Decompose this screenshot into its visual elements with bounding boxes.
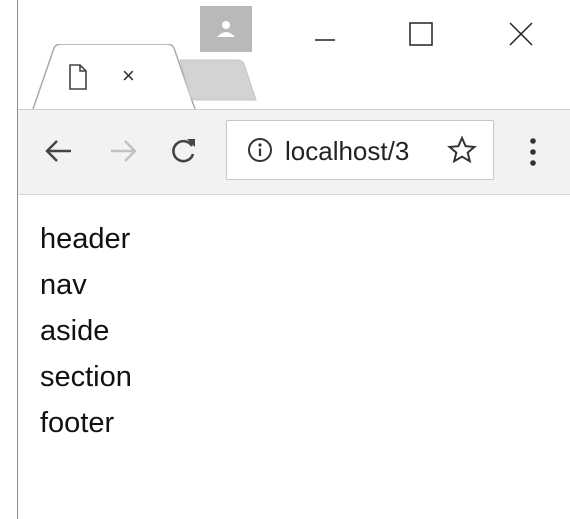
star-icon[interactable]	[447, 135, 477, 165]
info-icon[interactable]	[247, 137, 273, 163]
browser-chrome: × localhost/3	[18, 0, 570, 196]
person-icon	[217, 21, 235, 37]
address-bar[interactable]: localhost/3	[226, 120, 494, 180]
url-text[interactable]: localhost/3	[285, 136, 435, 166]
text-footer: footer	[40, 407, 115, 439]
kebab-menu-icon	[530, 138, 536, 166]
text-header: header	[40, 223, 131, 255]
maximize-icon	[409, 22, 433, 46]
back-button[interactable]	[40, 132, 78, 170]
menu-button[interactable]	[518, 132, 548, 172]
tab-close-button[interactable]: ×	[122, 63, 135, 89]
minimize-button[interactable]	[300, 14, 350, 54]
reload-icon	[172, 139, 195, 163]
maximize-button[interactable]	[396, 14, 446, 54]
text-nav: nav	[40, 269, 87, 301]
arrow-right-icon	[111, 140, 137, 162]
close-icon	[509, 22, 533, 46]
active-tab[interactable]	[32, 44, 196, 112]
text-section: section	[40, 361, 132, 393]
page-content: header nav aside section footer	[40, 216, 540, 446]
arrow-left-icon	[45, 140, 71, 162]
profile-avatar[interactable]	[200, 6, 252, 52]
close-window-button[interactable]	[496, 14, 546, 54]
browser-toolbar: localhost/3	[18, 109, 570, 195]
forward-button[interactable]	[104, 132, 142, 170]
window-edge	[0, 0, 18, 519]
new-tab-button[interactable]	[174, 58, 258, 102]
text-aside: aside	[40, 315, 110, 347]
document-icon	[69, 64, 87, 90]
reload-button[interactable]	[164, 132, 202, 170]
title-bar: ×	[18, 0, 570, 112]
browser-window: × localhost/3 header nav aside section f…	[0, 0, 570, 519]
minimize-icon	[315, 39, 335, 41]
